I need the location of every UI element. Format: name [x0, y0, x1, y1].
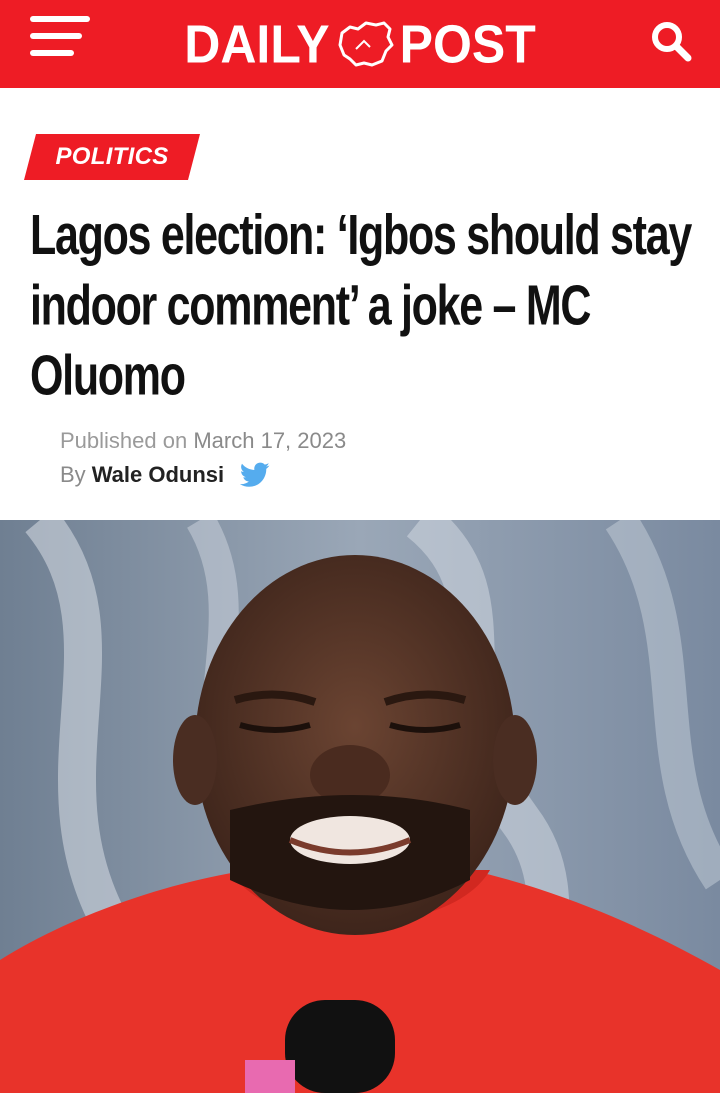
hero-photo	[0, 520, 720, 1093]
by-label: By	[60, 462, 86, 487]
logo-text-right: POST	[399, 13, 536, 75]
article-headline: Lagos election: ‘Igbos should stay indoo…	[30, 203, 692, 407]
logo-text-left: DAILY	[184, 13, 330, 75]
published-label: Published on	[60, 428, 188, 453]
search-icon[interactable]	[648, 18, 694, 64]
hamburger-menu-icon[interactable]	[30, 16, 92, 58]
top-navbar: DAILY POST	[0, 0, 720, 88]
hero-image[interactable]	[0, 520, 720, 1093]
publish-info: Published on March 17, 2023	[60, 428, 346, 454]
byline: By Wale Odunsi	[60, 462, 270, 488]
category-badge[interactable]: POLITICS	[24, 134, 200, 180]
published-date: March 17, 2023	[193, 428, 347, 453]
twitter-icon[interactable]	[240, 462, 270, 488]
nigeria-map-icon	[338, 21, 394, 67]
site-logo[interactable]: DAILY POST	[160, 10, 560, 78]
author-link[interactable]: Wale Odunsi	[92, 462, 224, 488]
